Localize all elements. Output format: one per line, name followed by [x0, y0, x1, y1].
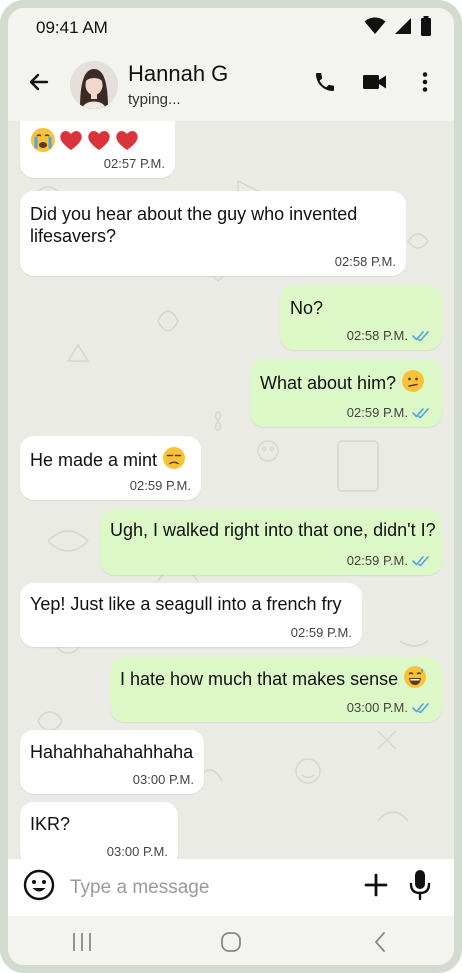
emoji-button[interactable]: [8, 859, 70, 916]
grinning-face-with-sweat-emoji: [403, 665, 427, 694]
message-bubble-incoming[interactable]: Yep! Just like a seagull into a french f…: [20, 583, 362, 647]
message-time: 02:59 P.M.: [346, 405, 408, 420]
attach-button[interactable]: [354, 859, 398, 916]
read-receipt-icon: [412, 407, 429, 418]
message-text: He made a mint: [30, 450, 158, 470]
message-text-row: What about him?: [260, 369, 425, 398]
crying-face-emoji: [30, 127, 56, 158]
message-text-row: I hate how much that makes sense: [120, 665, 427, 694]
back-button[interactable]: [8, 48, 70, 121]
home-icon: [220, 931, 242, 958]
confused-face-emoji: [401, 369, 425, 398]
video-call-button[interactable]: [350, 60, 400, 110]
plus-icon: [364, 873, 388, 902]
header-actions: [300, 60, 450, 110]
arrow-left-icon: [27, 70, 51, 99]
message-input[interactable]: [70, 867, 354, 908]
message-meta: 03:00 P.M.: [347, 700, 432, 715]
message-meta: 02:58 P.M.: [347, 328, 432, 343]
message-time: 02:57 P.M.: [103, 156, 165, 171]
back-chevron-icon: [373, 931, 387, 958]
message-meta: 02:59 P.M.: [291, 625, 352, 640]
message-bubble-incoming[interactable]: He made a mint 02:59 P.M.: [20, 436, 201, 500]
read-receipt-icon: [412, 330, 429, 341]
emoji-row: [30, 127, 140, 158]
message-bubble-outgoing[interactable]: Ugh, I walked right into that one, didn'…: [100, 509, 442, 575]
message-text: No?: [290, 298, 324, 318]
wifi-icon: [364, 17, 386, 40]
status-time: 09:41 AM: [36, 18, 108, 37]
read-receipt-icon: [412, 702, 429, 713]
message-bubble-incoming[interactable]: Hahahhahahahhaha 03:00 P.M.: [20, 730, 204, 794]
phone-frame: 09:41 AM Hannah G typing... 02:57 P.M. D…: [0, 0, 462, 973]
voice-call-button[interactable]: [300, 60, 350, 110]
message-meta: 03:00 P.M.: [133, 772, 194, 787]
status-icons: [364, 15, 432, 41]
message-bubble-outgoing[interactable]: No? 02:58 P.M.: [280, 285, 442, 350]
microphone-icon: [408, 869, 432, 906]
chat-header: Hannah G typing...: [8, 48, 454, 121]
status-bar: 09:41 AM: [8, 8, 454, 48]
phone-icon: [313, 70, 337, 99]
chat-thread[interactable]: 02:57 P.M. Did you hear about the guy wh…: [8, 121, 454, 859]
message-text: What about him?: [260, 373, 397, 393]
battery-icon: [420, 15, 432, 41]
message-time: 02:59 P.M.: [290, 625, 352, 640]
message-meta: 02:58 P.M.: [335, 254, 396, 269]
message-text: Yep! Just like a seagull into a french f…: [30, 594, 342, 614]
message-bubble-incoming[interactable]: Did you hear about the guy who invented …: [20, 191, 406, 276]
message-meta: 02:59 P.M.: [347, 553, 432, 568]
system-nav-bar: [8, 916, 454, 965]
recents-button[interactable]: [52, 916, 112, 965]
more-vertical-icon: [421, 70, 429, 99]
message-meta: 02:59 P.M.: [347, 405, 432, 420]
video-camera-icon: [362, 70, 388, 99]
message-time: 03:00 P.M.: [346, 700, 408, 715]
contact-status: typing...: [128, 91, 181, 108]
more-options-button[interactable]: [400, 60, 450, 110]
message-text: I hate how much that makes sense: [120, 669, 399, 689]
message-text: Hahahhahahahhaha: [30, 742, 194, 762]
red-heart-emoji: [114, 127, 140, 158]
contact-info[interactable]: Hannah G typing...: [128, 61, 300, 108]
message-bubble-outgoing[interactable]: I hate how much that makes sense 03:00 P…: [110, 657, 442, 722]
voice-message-button[interactable]: [398, 859, 442, 916]
message-meta: 03:00 P.M.: [107, 844, 168, 859]
message-bubble-incoming[interactable]: 02:57 P.M.: [20, 121, 175, 178]
message-text: Ugh, I walked right into that one, didn'…: [110, 520, 436, 540]
contact-name: Hannah G: [128, 61, 229, 86]
unamused-face-emoji: [162, 446, 186, 475]
home-button[interactable]: [201, 916, 261, 965]
cellular-signal-icon: [394, 17, 412, 40]
message-time: 03:00 P.M.: [106, 844, 168, 859]
message-text: Did you hear about the guy who invented …: [30, 204, 358, 246]
read-receipt-icon: [412, 555, 429, 566]
message-text-row: He made a mint: [30, 446, 186, 475]
message-meta: 02:59 P.M.: [130, 478, 191, 493]
system-back-button[interactable]: [350, 916, 410, 965]
message-composer: [8, 859, 454, 916]
message-time: 02:58 P.M.: [346, 328, 408, 343]
message-time: 03:00 P.M.: [132, 772, 194, 787]
message-time: 02:58 P.M.: [334, 254, 396, 269]
message-bubble-outgoing[interactable]: What about him? 02:59 P.M.: [250, 359, 442, 427]
message-text: IKR?: [30, 814, 71, 834]
message-time: 02:59 P.M.: [129, 478, 191, 493]
red-heart-emoji: [86, 127, 112, 158]
message-meta: 02:57 P.M.: [104, 156, 165, 171]
message-time: 02:59 P.M.: [346, 553, 408, 568]
red-heart-emoji: [58, 127, 84, 158]
recents-icon: [71, 932, 93, 957]
message-bubble-incoming[interactable]: IKR? 03:00 P.M.: [20, 802, 178, 859]
avatar[interactable]: [70, 60, 118, 109]
smiley-icon: [23, 869, 55, 906]
